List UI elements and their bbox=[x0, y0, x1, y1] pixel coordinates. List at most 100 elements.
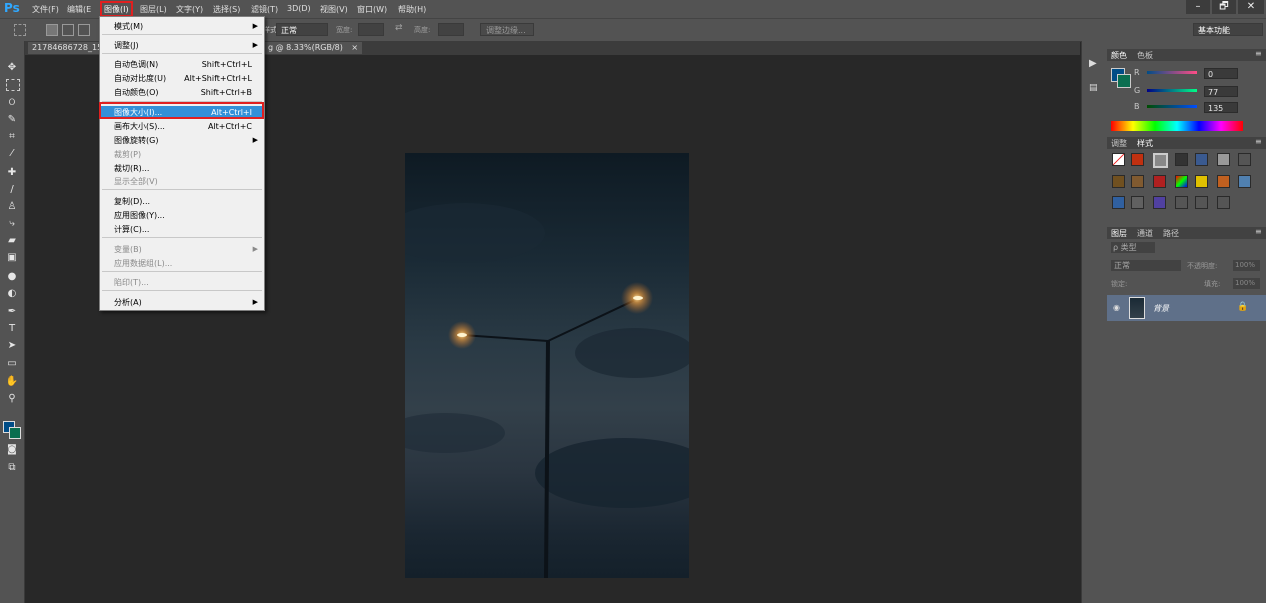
quick-select-tool-icon[interactable]: ✎ bbox=[4, 113, 20, 127]
document-tab-info[interactable]: g @ 8.33%(RGB/8) × bbox=[264, 42, 363, 54]
tab-paths[interactable]: 路径 bbox=[1163, 228, 1179, 239]
color-spectrum-bar[interactable] bbox=[1111, 121, 1243, 131]
clone-stamp-tool-icon[interactable]: ♙ bbox=[4, 200, 20, 214]
quick-mask-icon[interactable]: ◙ bbox=[4, 443, 20, 457]
menu-edit[interactable]: 编辑(E bbox=[67, 4, 91, 15]
workspace-select[interactable]: 基本功能 bbox=[1193, 23, 1263, 36]
healing-brush-tool-icon[interactable]: ✚ bbox=[4, 166, 20, 180]
marquee-tool-preset-icon[interactable] bbox=[14, 24, 26, 36]
style-swatch[interactable] bbox=[1238, 153, 1251, 166]
play-action-icon[interactable]: ▶ bbox=[1089, 58, 1097, 69]
bg-color-swatch[interactable] bbox=[1117, 74, 1131, 88]
background-color-swatch[interactable] bbox=[9, 427, 21, 439]
layer-name[interactable]: 背景 bbox=[1153, 303, 1169, 314]
channel-r-value[interactable]: 0 bbox=[1204, 68, 1238, 79]
hand-tool-icon[interactable]: ✋ bbox=[4, 375, 20, 389]
menu-item-15[interactable]: 复制(D)... bbox=[100, 195, 264, 208]
panel-menu-icon[interactable]: ≡ bbox=[1255, 137, 1262, 146]
brush-tool-icon[interactable]: / bbox=[4, 183, 20, 197]
channel-b-slider[interactable] bbox=[1147, 105, 1197, 108]
menu-type[interactable]: 文字(Y) bbox=[176, 4, 203, 15]
style-swatch[interactable] bbox=[1217, 153, 1230, 166]
menu-item-9[interactable]: 画布大小(S)... Alt+Ctrl+C bbox=[100, 120, 264, 133]
tab-swatches[interactable]: 色板 bbox=[1137, 50, 1153, 61]
subtract-selection-icon[interactable] bbox=[78, 24, 90, 36]
lasso-tool-icon[interactable]: ଠ bbox=[4, 96, 20, 110]
style-swatch[interactable] bbox=[1217, 175, 1230, 188]
menu-view[interactable]: 视图(V) bbox=[320, 4, 348, 15]
menu-filter[interactable]: 滤镜(T) bbox=[251, 4, 278, 15]
tab-adjustments[interactable]: 调整 bbox=[1111, 138, 1127, 149]
close-button[interactable]: ✕ bbox=[1238, 0, 1264, 14]
visibility-eye-icon[interactable]: ◉ bbox=[1113, 303, 1120, 312]
gradient-tool-icon[interactable]: ▣ bbox=[4, 251, 20, 265]
layer-row-background[interactable]: ◉ 背景 🔒 bbox=[1107, 295, 1266, 321]
pen-tool-icon[interactable]: ✒ bbox=[4, 305, 20, 319]
style-swatch[interactable] bbox=[1217, 196, 1230, 209]
menu-item-4[interactable]: 自动色调(N) Shift+Ctrl+L bbox=[100, 58, 264, 71]
style-swatch[interactable] bbox=[1195, 175, 1208, 188]
crop-tool-icon[interactable]: ⌗ bbox=[4, 130, 20, 144]
rectangle-tool-icon[interactable]: ▭ bbox=[4, 357, 20, 371]
channel-b-value[interactable]: 135 bbox=[1204, 102, 1238, 113]
channel-g-value[interactable]: 77 bbox=[1204, 86, 1238, 97]
canvas-image[interactable] bbox=[405, 153, 689, 578]
tab-styles[interactable]: 样式 bbox=[1137, 138, 1153, 149]
tab-color[interactable]: 颜色 bbox=[1111, 50, 1127, 61]
style-swatch[interactable] bbox=[1131, 153, 1144, 166]
restore-button[interactable]: 🗗 bbox=[1212, 0, 1236, 14]
swap-icon[interactable]: ⇄ bbox=[395, 23, 403, 33]
dodge-tool-icon[interactable]: ◐ bbox=[4, 287, 20, 301]
style-swatch[interactable] bbox=[1112, 175, 1125, 188]
fill-input[interactable]: 100% bbox=[1233, 278, 1260, 289]
channel-r-slider[interactable] bbox=[1147, 71, 1197, 74]
info-panel-icon[interactable]: ▤ bbox=[1089, 83, 1098, 93]
style-swatch[interactable] bbox=[1238, 175, 1251, 188]
new-selection-icon[interactable] bbox=[46, 24, 58, 36]
move-tool-icon[interactable]: ✥ bbox=[4, 61, 20, 75]
blend-mode-select[interactable]: 正常 bbox=[1111, 260, 1181, 271]
type-tool-icon[interactable]: T bbox=[4, 322, 20, 336]
tab-layers[interactable]: 图层 bbox=[1111, 228, 1127, 239]
blur-tool-icon[interactable]: ● bbox=[4, 270, 20, 284]
opacity-input[interactable]: 100% bbox=[1233, 260, 1260, 271]
style-swatch[interactable] bbox=[1131, 196, 1144, 209]
style-swatch[interactable] bbox=[1153, 153, 1168, 168]
style-swatch[interactable] bbox=[1112, 153, 1125, 166]
menu-item-10[interactable]: 图像旋转(G) ▶ bbox=[100, 134, 264, 147]
panel-menu-icon[interactable]: ≡ bbox=[1255, 227, 1262, 236]
style-swatch[interactable] bbox=[1153, 196, 1166, 209]
style-swatch[interactable] bbox=[1195, 196, 1208, 209]
menu-item-2[interactable]: 调整(J) ▶ bbox=[100, 39, 264, 52]
style-swatch[interactable] bbox=[1112, 196, 1125, 209]
style-swatch[interactable] bbox=[1175, 196, 1188, 209]
height-input[interactable] bbox=[438, 23, 464, 36]
panel-menu-icon[interactable]: ≡ bbox=[1255, 49, 1262, 58]
refine-edge-button[interactable]: 调整边缘... bbox=[480, 23, 534, 36]
history-brush-tool-icon[interactable]: ⤷ bbox=[4, 217, 20, 231]
eyedropper-tool-icon[interactable]: ⁄ bbox=[4, 147, 20, 161]
style-select[interactable]: 正常 bbox=[276, 23, 328, 36]
menu-item-24[interactable]: 分析(A) ▶ bbox=[100, 296, 264, 309]
marquee-tool-icon[interactable] bbox=[6, 79, 20, 91]
width-input[interactable] bbox=[358, 23, 384, 36]
menu-help[interactable]: 帮助(H) bbox=[398, 4, 426, 15]
path-selection-tool-icon[interactable]: ➤ bbox=[4, 339, 20, 353]
menu-3d[interactable]: 3D(D) bbox=[287, 4, 311, 13]
menu-file[interactable]: 文件(F) bbox=[32, 4, 59, 15]
tab-channels[interactable]: 通道 bbox=[1137, 228, 1153, 239]
menu-window[interactable]: 窗口(W) bbox=[357, 4, 387, 15]
style-swatch[interactable] bbox=[1153, 175, 1166, 188]
screen-mode-icon[interactable]: ⧉ bbox=[4, 461, 20, 475]
menu-item-17[interactable]: 计算(C)... bbox=[100, 223, 264, 236]
minimize-button[interactable]: – bbox=[1186, 0, 1210, 14]
menu-item-16[interactable]: 应用图像(Y)... bbox=[100, 209, 264, 222]
channel-g-slider[interactable] bbox=[1147, 89, 1197, 92]
style-swatch[interactable] bbox=[1131, 175, 1144, 188]
style-swatch[interactable] bbox=[1195, 153, 1208, 166]
add-selection-icon[interactable] bbox=[62, 24, 74, 36]
menu-item-12[interactable]: 裁切(R)... bbox=[100, 162, 264, 175]
menu-item-0[interactable]: 模式(M) ▶ bbox=[100, 20, 264, 33]
layer-filter-select[interactable]: ρ 类型 bbox=[1111, 242, 1155, 253]
eraser-tool-icon[interactable]: ▰ bbox=[4, 234, 20, 248]
